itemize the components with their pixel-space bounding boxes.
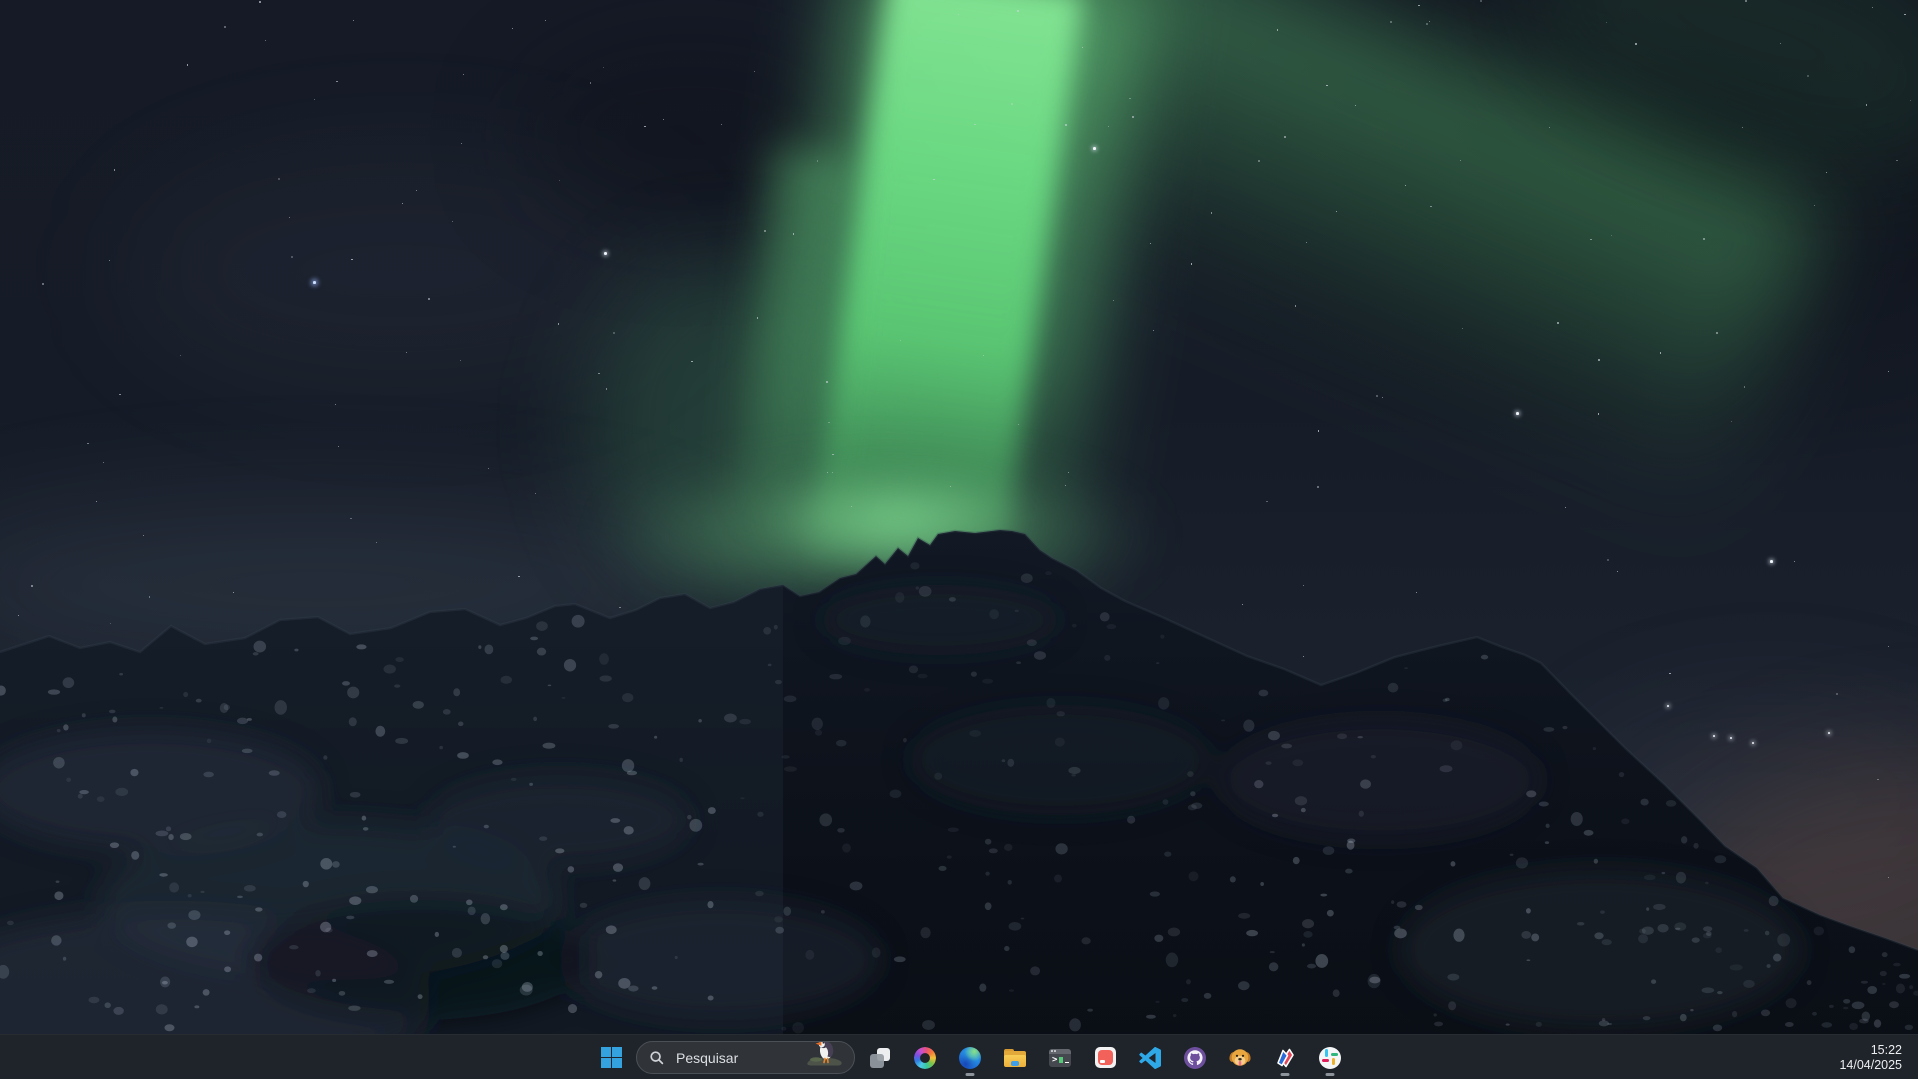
copilot-icon [914, 1047, 936, 1069]
taskbar-app-red-app[interactable] [1085, 1038, 1125, 1078]
puffin-image [802, 1041, 846, 1071]
taskbar-app-edge[interactable] [950, 1038, 990, 1078]
taskbar-app-github[interactable] [1175, 1038, 1215, 1078]
taskbar-center-group: > [591, 1035, 1350, 1079]
taskbar-app-task-view[interactable] [860, 1038, 900, 1078]
terminal-icon: > [1049, 1049, 1071, 1067]
taskbar-clock[interactable]: 15:22 14/04/2025 [1839, 1035, 1902, 1079]
taskbar-app-dog-app[interactable] [1220, 1038, 1260, 1078]
clock-time: 15:22 [1871, 1043, 1902, 1057]
taskbar-app-copilot[interactable] [905, 1038, 945, 1078]
search-input[interactable] [674, 1049, 808, 1067]
folder-icon [1004, 1049, 1026, 1067]
vs-code-icon [1139, 1047, 1161, 1069]
task-view-icon [869, 1047, 891, 1069]
taskbar: > 15:22 14/04/2025 [0, 1034, 1918, 1079]
start-button[interactable] [591, 1038, 631, 1078]
running-indicator [1281, 1073, 1290, 1076]
dog-face-icon [1229, 1047, 1251, 1069]
taskbar-app-file-explorer[interactable] [995, 1038, 1035, 1078]
mountain-silhouette [0, 0, 1918, 1079]
running-indicator [1326, 1073, 1335, 1076]
search-icon [649, 1050, 665, 1066]
taskbar-app-star-app[interactable] [1265, 1038, 1305, 1078]
github-icon [1184, 1047, 1206, 1069]
pinned-apps: > [860, 1038, 1350, 1078]
edge-icon [959, 1047, 981, 1069]
running-indicator [966, 1073, 975, 1076]
red-square-icon [1095, 1047, 1116, 1068]
blue-red-star-icon [1274, 1047, 1296, 1069]
taskbar-app-vscode[interactable] [1130, 1038, 1170, 1078]
search-box[interactable] [636, 1041, 855, 1074]
desktop[interactable]: > 15:22 14/04/2025 [0, 0, 1918, 1079]
slack-icon [1319, 1047, 1341, 1069]
windows-logo-icon [601, 1047, 622, 1068]
taskbar-app-slack[interactable] [1310, 1038, 1350, 1078]
clock-date: 14/04/2025 [1839, 1058, 1902, 1072]
taskbar-app-terminal[interactable]: > [1040, 1038, 1080, 1078]
